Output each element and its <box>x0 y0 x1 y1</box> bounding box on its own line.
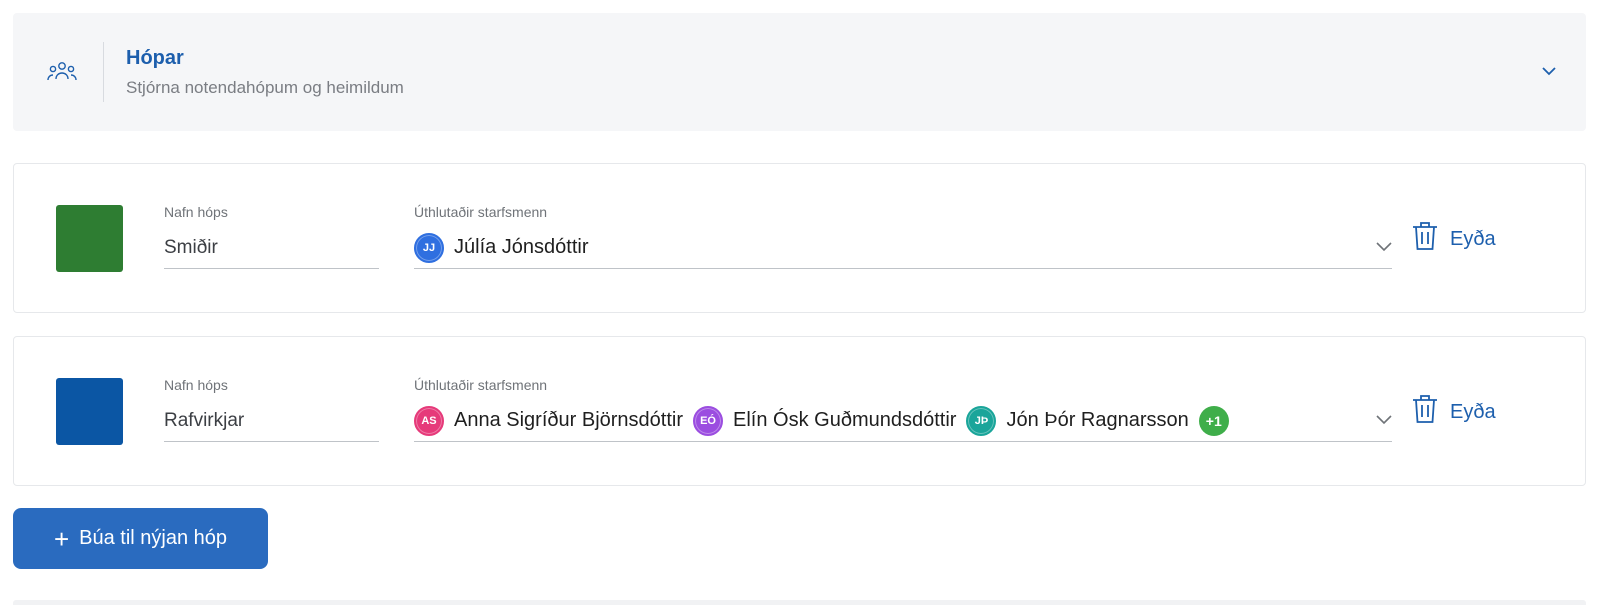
group-name-input[interactable] <box>164 400 379 442</box>
delete-label: Eyða <box>1450 227 1496 250</box>
trash-icon <box>1412 394 1438 430</box>
avatar: JJ <box>414 232 444 263</box>
group-color-swatch[interactable] <box>56 378 123 445</box>
delete-label: Eyða <box>1450 400 1496 423</box>
staff-name: Elín Ósk Guðmundsdóttir <box>733 409 957 431</box>
staff-chip: AS Anna Sigríður Björnsdóttir <box>414 405 684 436</box>
staff-name: Júlía Jónsdóttir <box>454 236 589 258</box>
section-subtitle: Stjórna notendahópum og heimildum <box>126 77 404 97</box>
group-card-smidir: Nafn hóps Úthlutaðir starfsmenn JJ Júlía… <box>13 163 1586 313</box>
delete-button[interactable]: Eyða <box>1412 221 1496 257</box>
group-card-rafvirkjar: Nafn hóps Úthlutaðir starfsmenn AS Anna … <box>13 336 1586 486</box>
group-name-input[interactable] <box>164 227 379 269</box>
staff-name: Jón Þór Ragnarsson <box>1006 409 1189 431</box>
avatar: EÓ <box>693 405 724 436</box>
assigned-staff-label: Úthlutaðir starfsmenn <box>414 377 548 393</box>
group-color-swatch[interactable] <box>56 205 123 272</box>
create-group-button[interactable]: + Búa til nýjan hóp <box>13 508 268 569</box>
trash-icon <box>1412 221 1438 257</box>
chevron-down-icon[interactable] <box>1376 239 1392 257</box>
groups-section-header[interactable]: Hópar Stjórna notendahópum og heimildum <box>13 13 1586 131</box>
staff-chip: JJ Júlía Jónsdóttir <box>414 232 589 263</box>
avatar: JÞ <box>966 405 997 436</box>
users-icon <box>21 42 104 102</box>
staff-chip: JÞ Jón Þór Ragnarsson <box>966 405 1189 436</box>
assigned-staff-select[interactable]: JJ Júlía Jónsdóttir <box>414 227 1392 269</box>
group-name-label: Nafn hóps <box>164 377 228 393</box>
group-name-label: Nafn hóps <box>164 204 228 220</box>
chevron-down-icon[interactable] <box>1542 63 1556 81</box>
more-staff-badge[interactable]: +1 <box>1198 405 1229 436</box>
avatar: AS <box>414 405 444 436</box>
staff-name: Anna Sigríður Björnsdóttir <box>454 409 684 431</box>
plus-icon: + <box>53 523 70 554</box>
create-group-label: Búa til nýjan hóp <box>79 527 228 549</box>
assigned-staff-select[interactable]: AS Anna Sigríður Björnsdóttir EÓ Elín Ós… <box>414 400 1392 442</box>
assigned-staff-label: Úthlutaðir starfsmenn <box>414 204 548 220</box>
staff-chip: EÓ Elín Ósk Guðmundsdóttir <box>693 405 957 436</box>
next-section-edge <box>13 600 1586 605</box>
chevron-down-icon[interactable] <box>1376 412 1392 430</box>
section-title: Hópar <box>126 46 184 69</box>
delete-button[interactable]: Eyða <box>1412 394 1496 430</box>
